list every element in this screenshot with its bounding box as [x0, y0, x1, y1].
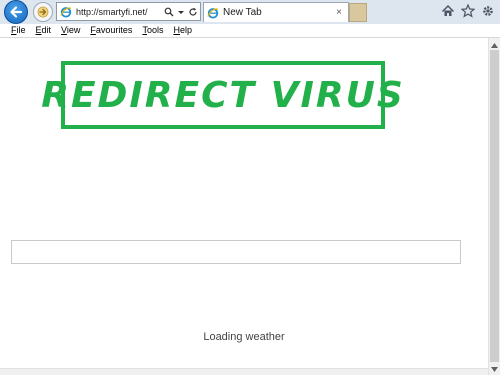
scroll-thumb[interactable]: [490, 50, 499, 362]
ie-logo-icon: [207, 7, 219, 19]
forward-button[interactable]: [33, 2, 53, 22]
vertical-scrollbar[interactable]: [488, 38, 500, 375]
menu-bar: File Edit View Favourites Tools Help: [0, 24, 500, 38]
search-icon: [164, 7, 174, 16]
scroll-down-arrow-icon: [491, 366, 498, 372]
refresh-button[interactable]: [188, 6, 198, 18]
page-content: REDIRECT VIRUS Loading weather: [0, 38, 488, 375]
menu-favourites[interactable]: Favourites: [85, 24, 137, 37]
tab-new-tab[interactable]: New Tab ×: [203, 2, 349, 22]
address-url[interactable]: http://smartyfi.net/: [76, 7, 164, 17]
horizontal-scrollbar[interactable]: [0, 368, 488, 375]
menu-file[interactable]: File: [0, 24, 31, 37]
home-icon[interactable]: [441, 4, 455, 18]
favorites-star-icon[interactable]: [461, 4, 475, 18]
banner-text: REDIRECT VIRUS: [41, 74, 405, 116]
dropdown-icon: [178, 10, 184, 14]
refresh-icon: [189, 7, 197, 16]
back-arrow-icon: [10, 6, 23, 18]
new-tab-button[interactable]: [349, 3, 367, 22]
menu-tools[interactable]: Tools: [137, 24, 168, 37]
menu-view[interactable]: View: [56, 24, 85, 37]
browser-toolbar: http://smartyfi.net/ New Tab ×: [0, 0, 500, 24]
search-input[interactable]: [11, 240, 461, 264]
forward-arrow-icon: [37, 6, 49, 18]
address-bar[interactable]: http://smartyfi.net/: [56, 2, 201, 21]
scroll-up-button[interactable]: [489, 40, 500, 50]
scroll-down-button[interactable]: [489, 364, 500, 374]
menu-edit[interactable]: Edit: [31, 24, 57, 37]
tab-close-button[interactable]: ×: [336, 7, 342, 18]
scroll-up-arrow-icon: [491, 42, 498, 48]
weather-status: Loading weather: [203, 331, 285, 343]
ie-logo-icon: [60, 6, 72, 18]
back-button[interactable]: [4, 0, 28, 24]
search-button[interactable]: [164, 6, 174, 18]
menu-help[interactable]: Help: [168, 24, 197, 37]
address-dropdown-button[interactable]: [176, 6, 186, 18]
redirect-virus-banner: REDIRECT VIRUS: [41, 61, 403, 129]
tab-title: New Tab: [223, 7, 262, 18]
settings-gear-icon[interactable]: [481, 4, 495, 18]
